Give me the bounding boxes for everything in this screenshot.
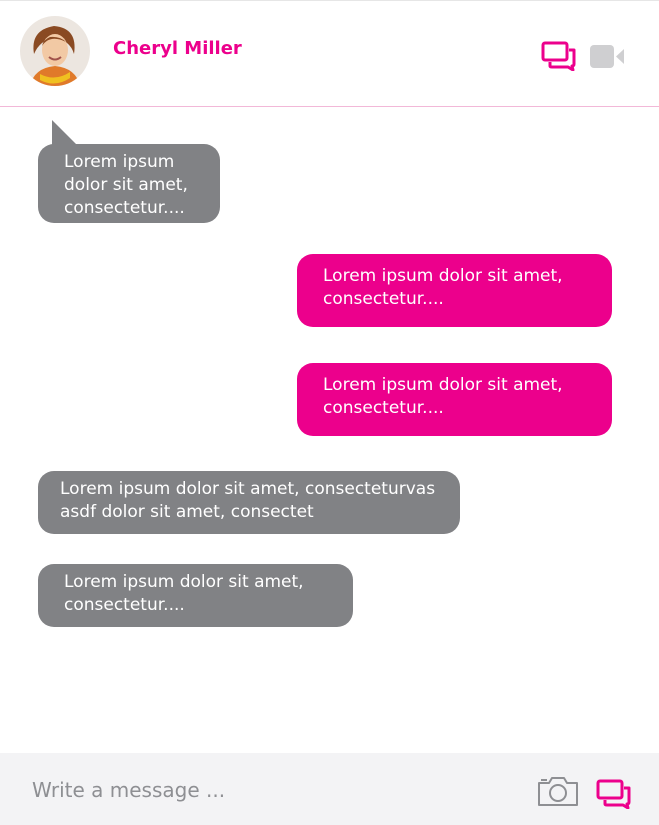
message-outgoing[interactable]: Lorem ipsum dolor sit amet, consectetur.… — [297, 363, 612, 436]
avatar[interactable] — [20, 16, 90, 86]
chat-bubbles-icon[interactable] — [541, 41, 577, 75]
message-incoming[interactable]: Lorem ipsum dolor sit amet, consectetur.… — [38, 564, 353, 627]
message-composer — [0, 753, 659, 825]
message-list[interactable]: Lorem ipsum dolor sit amet, consectetur.… — [0, 108, 659, 753]
avatar-photo — [20, 16, 90, 86]
contact-name[interactable]: Cheryl Miller — [113, 38, 242, 59]
message-incoming[interactable]: Lorem ipsum dolor sit amet, consecteturv… — [38, 471, 460, 534]
chat-header: Cheryl Miller — [0, 0, 659, 107]
bubble-tail — [52, 120, 78, 146]
message-incoming[interactable]: Lorem ipsum dolor sit amet, consectetur.… — [38, 144, 220, 223]
message-outgoing[interactable]: Lorem ipsum dolor sit amet, consectetur.… — [297, 254, 612, 327]
send-chat-icon[interactable] — [596, 779, 632, 813]
message-input[interactable] — [32, 775, 492, 805]
camera-icon[interactable] — [537, 775, 579, 811]
video-camera-icon[interactable] — [590, 44, 626, 74]
